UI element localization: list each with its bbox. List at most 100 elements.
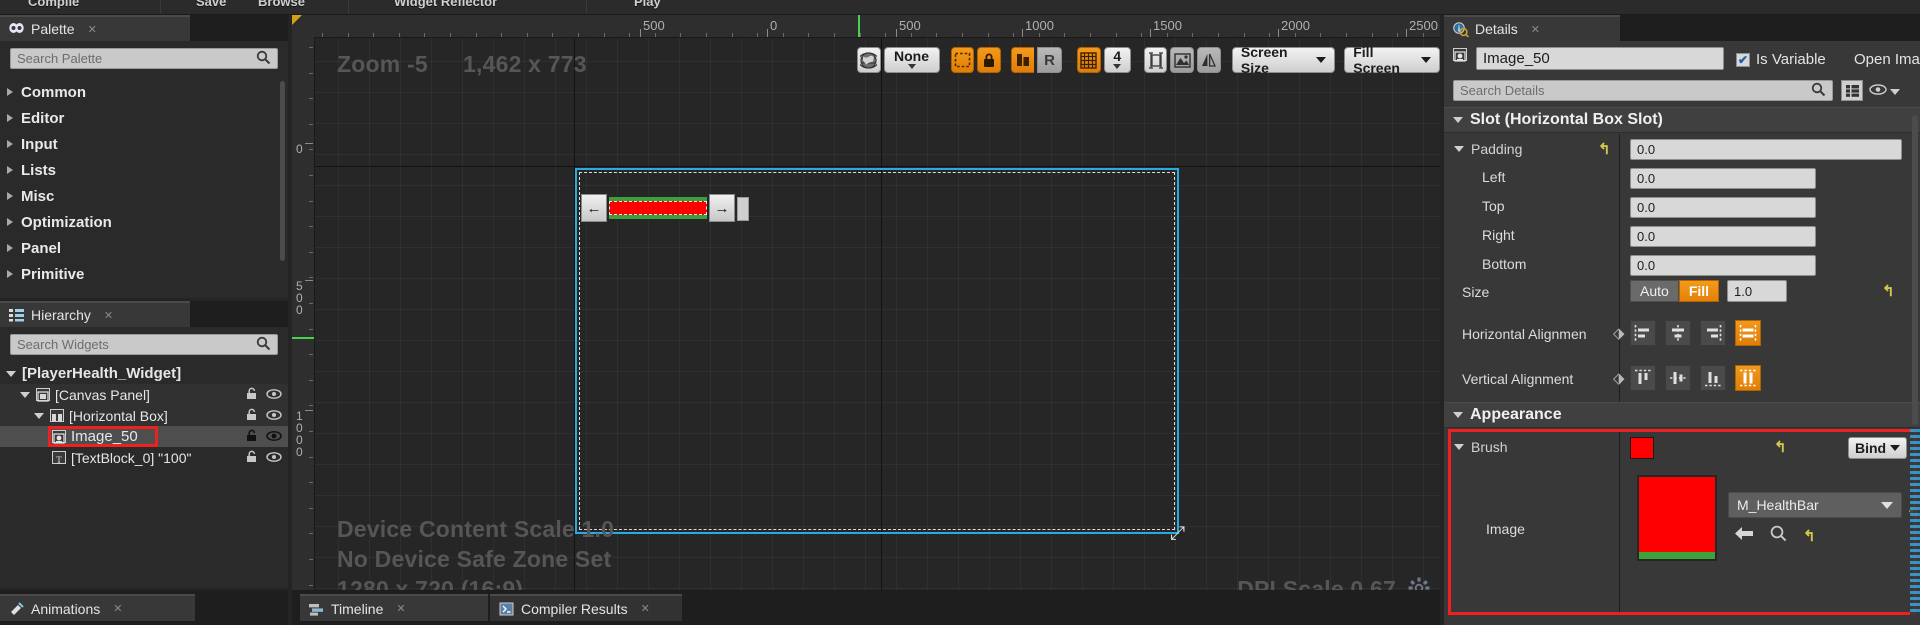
eye-icon[interactable] xyxy=(266,387,282,403)
hierarchy-row-image-50[interactable]: Image_50 xyxy=(0,426,288,447)
tab-palette[interactable]: Palette ✕ xyxy=(0,15,190,41)
halign-center-button[interactable] xyxy=(1665,320,1691,346)
size-value-input[interactable]: 1.0 xyxy=(1727,280,1788,302)
reset-icon[interactable]: ↰ xyxy=(1882,282,1895,300)
padding-expander[interactable]: Padding xyxy=(1454,141,1522,157)
halign-right-button[interactable] xyxy=(1700,320,1726,346)
reset-icon[interactable]: ↰ xyxy=(1774,438,1787,456)
hierarchy-row-playerhealth-widget[interactable]: [PlayerHealth_Widget] xyxy=(0,363,288,384)
hierarchy-row-textblock-0[interactable]: T [TextBlock_0] "100" xyxy=(0,447,288,468)
right-arrow-handle[interactable]: → xyxy=(709,194,735,222)
lock-icon[interactable] xyxy=(977,47,1001,73)
open-image-button[interactable]: Open Ima xyxy=(1854,51,1920,68)
padding-top-input[interactable]: 0.0 xyxy=(1630,197,1816,218)
left-arrow-handle[interactable]: ← xyxy=(581,194,607,222)
toolbar-save[interactable]: Save xyxy=(196,0,226,9)
chevron-down-icon[interactable] xyxy=(20,391,30,398)
hierarchy-search-input[interactable]: Search Widgets xyxy=(10,334,278,355)
valign-bottom-button[interactable] xyxy=(1700,365,1726,391)
eye-icon[interactable] xyxy=(266,408,282,424)
list-view-icon[interactable] xyxy=(1841,80,1863,101)
mirror-icon[interactable] xyxy=(1196,47,1221,73)
valign-fill-button[interactable] xyxy=(1735,365,1761,391)
brush-color-swatch[interactable] xyxy=(1630,437,1654,459)
valign-top-button[interactable] xyxy=(1630,365,1656,391)
widget-edge-handle[interactable] xyxy=(737,197,749,221)
lock-icon[interactable] xyxy=(245,408,259,424)
valign-buttons[interactable] xyxy=(1630,365,1761,391)
palette-category-panel[interactable]: Panel xyxy=(0,235,288,261)
size-mode-group[interactable]: Auto Fill 1.0 xyxy=(1630,280,1788,302)
bind-button[interactable]: Bind xyxy=(1848,437,1908,459)
palette-search-input[interactable]: Search Palette xyxy=(10,48,278,69)
lock-icon[interactable] xyxy=(245,429,259,445)
size-auto-button[interactable]: Auto xyxy=(1630,280,1679,302)
palette-scrollbar[interactable] xyxy=(280,81,285,261)
toolbar-compile[interactable]: Compile xyxy=(28,0,79,9)
localization-icon[interactable] xyxy=(1010,47,1034,73)
hierarchy-row-horizontal-box[interactable]: [Horizontal Box] xyxy=(0,405,288,426)
image-asset-dropdown[interactable]: M_HealthBar xyxy=(1728,492,1902,518)
back-arrow-icon[interactable] xyxy=(1734,526,1754,546)
lock-icon[interactable] xyxy=(245,450,259,466)
tab-palette-close[interactable]: ✕ xyxy=(88,23,97,36)
horizontal-ruler[interactable]: 500 0 500 1000 1500 2000 2500 xyxy=(292,15,1440,38)
padding-bottom-input[interactable]: 0.0 xyxy=(1630,255,1816,276)
hierarchy-row-toggles[interactable] xyxy=(245,429,282,445)
hierarchy-row-toggles[interactable] xyxy=(245,450,282,466)
fill-screen-dropdown[interactable]: Fill Screen xyxy=(1344,44,1441,76)
palette-category-editor[interactable]: Editor xyxy=(0,105,288,131)
tab-compiler-close[interactable]: ✕ xyxy=(641,602,650,615)
palette-category-optimization[interactable]: Optimization xyxy=(0,209,288,235)
chevron-down-icon[interactable] xyxy=(34,412,44,419)
palette-category-input[interactable]: Input xyxy=(0,131,288,157)
details-search-input[interactable]: Search Details xyxy=(1453,80,1833,101)
tab-hierarchy-close[interactable]: ✕ xyxy=(104,309,113,322)
toolbar-browse[interactable]: Browse xyxy=(258,0,305,9)
tab-timeline[interactable]: Timeline ✕ xyxy=(300,594,488,621)
localization-r-button[interactable]: R xyxy=(1036,47,1063,73)
details-scrollbar[interactable] xyxy=(1912,115,1918,425)
toolbar-play[interactable]: Play xyxy=(634,0,661,9)
details-visibility-dropdown[interactable] xyxy=(1869,83,1900,101)
reset-icon[interactable]: ↰ xyxy=(1598,140,1611,158)
brush-expander[interactable]: Brush xyxy=(1454,439,1508,455)
halign-left-button[interactable] xyxy=(1630,320,1656,346)
chevron-down-icon[interactable] xyxy=(6,370,16,377)
padding-left-input[interactable]: 0.0 xyxy=(1630,168,1816,189)
palette-category-misc[interactable]: Misc xyxy=(0,183,288,209)
canvas-resize-handle[interactable]: ⤢ xyxy=(1170,523,1192,545)
health-bar-widget[interactable]: ← → xyxy=(581,193,749,223)
halign-buttons[interactable] xyxy=(1630,320,1761,346)
tab-details[interactable]: i Details ✕ xyxy=(1444,15,1620,41)
tab-compiler-results[interactable]: Compiler Results ✕ xyxy=(490,594,682,621)
tab-animations-close[interactable]: ✕ xyxy=(113,602,122,615)
appearance-section-header[interactable]: Appearance xyxy=(1444,402,1920,428)
grid-icon[interactable] xyxy=(1077,47,1101,73)
halign-fill-button[interactable] xyxy=(1735,320,1761,346)
lock-icon[interactable] xyxy=(245,387,259,403)
pin-icon[interactable]: ⬗ xyxy=(1613,369,1625,387)
padding-right-input[interactable]: 0.0 xyxy=(1630,226,1816,247)
asset-action-buttons[interactable]: ↰ xyxy=(1734,525,1816,547)
size-fill-button[interactable]: Fill xyxy=(1678,280,1720,302)
palette-category-common[interactable]: Common xyxy=(0,79,288,105)
binding-mode-dropdown[interactable]: None xyxy=(883,47,940,73)
screen-size-dropdown[interactable]: Screen Size xyxy=(1231,44,1335,76)
tab-timeline-close[interactable]: ✕ xyxy=(396,602,405,615)
hierarchy-row-toggles[interactable] xyxy=(245,408,282,424)
globe-icon[interactable] xyxy=(857,47,881,73)
is-variable-checkbox[interactable]: ✔ Is Variable xyxy=(1736,51,1826,68)
designer-viewport[interactable]: 500 0 500 1000 1500 2000 2500 0 500 1000 ⤢ xyxy=(292,15,1441,590)
palette-category-lists[interactable]: Lists xyxy=(0,157,288,183)
tab-details-close[interactable]: ✕ xyxy=(1531,23,1540,36)
padding-value-input[interactable]: 0.0 xyxy=(1630,139,1902,160)
tab-animations[interactable]: Animations ✕ xyxy=(0,594,195,621)
palette-category-primitive[interactable]: Primitive xyxy=(0,261,288,287)
gear-icon[interactable] xyxy=(1408,577,1430,590)
resize-to-content-icon[interactable] xyxy=(1143,47,1168,73)
reset-icon[interactable]: ↰ xyxy=(1803,527,1816,545)
eye-icon[interactable] xyxy=(266,450,282,466)
image-thumbnail[interactable] xyxy=(1637,475,1717,561)
vertical-ruler[interactable]: 0 500 1000 xyxy=(292,37,315,590)
